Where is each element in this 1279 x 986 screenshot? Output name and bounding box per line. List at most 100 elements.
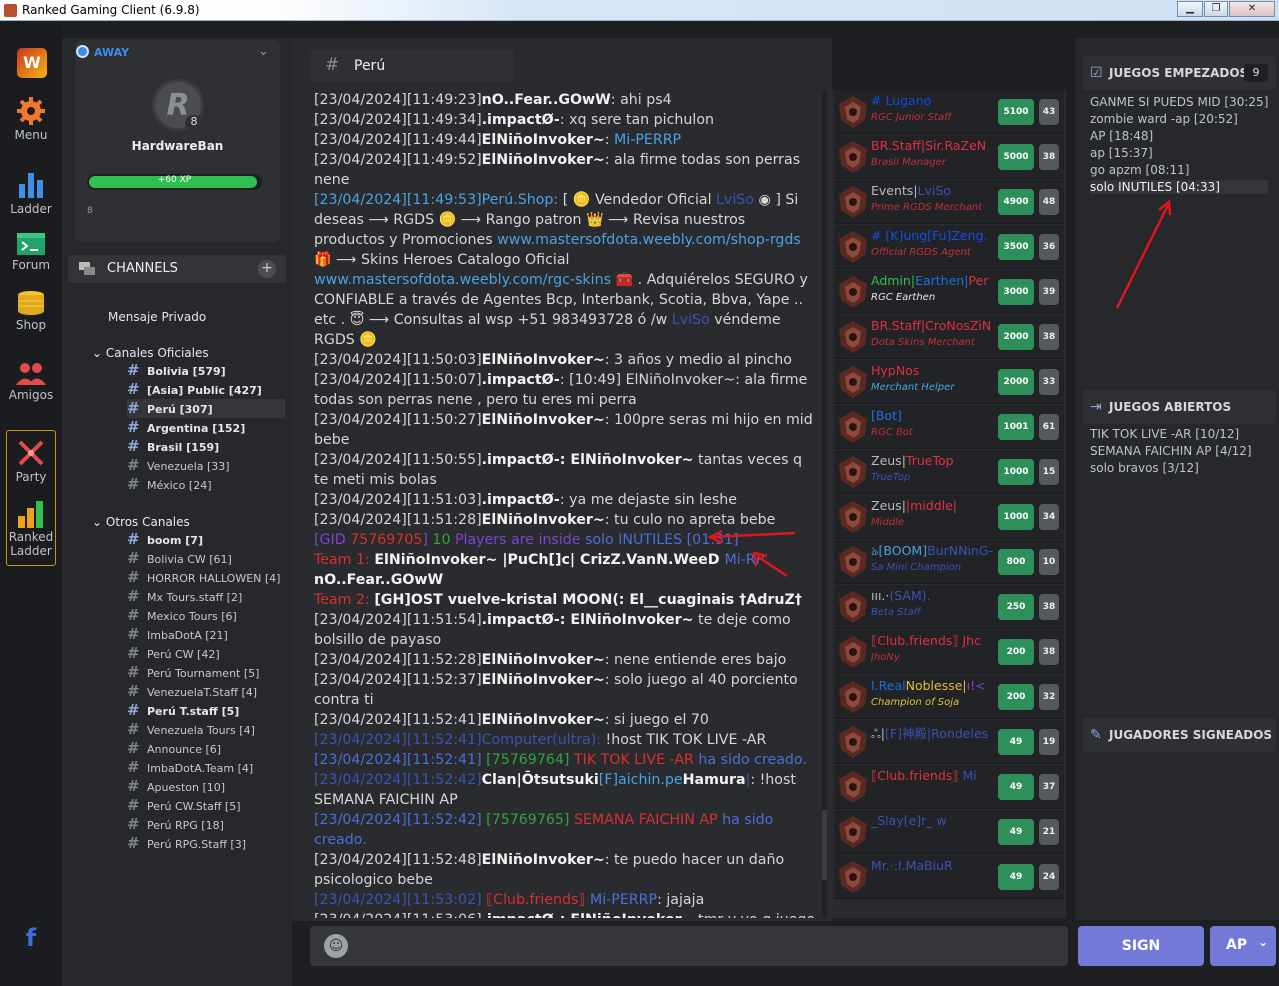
facebook-icon[interactable]: f [0, 924, 62, 952]
chat-log[interactable]: [23/04/2024][11:49:23]nO..Fear..GOwW: ah… [314, 90, 819, 918]
message-segment: .impactØ- [481, 372, 560, 388]
player-row[interactable]: ⟦Club.friends⟧ Mi 49 37 [834, 765, 1064, 809]
sign-button[interactable]: SIGN [1078, 926, 1204, 966]
nav-ranked-ladder[interactable]: Ranked Ladder [0, 500, 62, 558]
channel-item[interactable]: # Bolivia [579] [127, 361, 226, 380]
player-row[interactable]: Zeus|TrueTop TrueTop 1000 15 [834, 450, 1064, 494]
channel-item[interactable]: # Perú RPG [18] [127, 815, 224, 834]
player-row[interactable]: BR.Staff|CroNosZiN Dota Skins Merchant 200… [834, 315, 1064, 359]
chevron-down-icon[interactable]: ⌄ [258, 44, 269, 59]
game-item[interactable]: GANME SI PUEDS MID [30:25] [1090, 95, 1268, 109]
channel-item[interactable]: # VenezuelaT.Staff [4] [127, 682, 257, 701]
player-row[interactable]: ঌ[BOOM]BurNNinG- Sa Mini Champion 800 10 [834, 540, 1064, 584]
player-row[interactable]: ııı.·(SAM). Beta Staff 250 38 [834, 585, 1064, 629]
hash-icon: # [127, 361, 140, 379]
channel-item[interactable]: # Mx Tours.staff [2] [127, 587, 242, 606]
player-name: Events|LviSo [871, 183, 999, 198]
channel-item[interactable]: # México [24] [127, 475, 212, 494]
official-channels-group[interactable]: ⌄ Canales Oficiales [92, 346, 209, 360]
message-segment: Mi-RP [724, 552, 765, 568]
scroll-thumb[interactable] [822, 810, 827, 880]
player-row[interactable]: # Lugano RGC Junior Staff 5100 43 [834, 90, 1064, 134]
game-item[interactable]: solo INUTILES [04:33] [1090, 180, 1268, 194]
private-message-link[interactable]: Mensaje Privado [108, 310, 206, 324]
chat-scrollbar[interactable] [822, 90, 827, 918]
message-segment: [GH]OST vuelve-kristal MOON(: El__cuagin… [374, 592, 802, 608]
channel-item[interactable]: # Venezuela [33] [127, 456, 230, 475]
nav-forum[interactable]: Forum [0, 232, 62, 272]
player-row[interactable]: _Slay[e]r_ w 49 21 [834, 810, 1064, 854]
channel-item[interactable]: # HORROR HALLOWEN [4] [127, 568, 280, 587]
nav-amigos[interactable]: Amigos [0, 362, 62, 402]
app-icon [4, 4, 17, 17]
close-button[interactable]: ✕ [1229, 1, 1275, 17]
channel-item[interactable]: # Venezuela Tours [4] [127, 720, 255, 739]
nav-party[interactable]: Party [0, 438, 62, 484]
nav-menu[interactable]: Menu [0, 96, 62, 142]
group-label: Otros Canales [105, 515, 190, 529]
game-item[interactable]: solo bravos [3/12] [1090, 461, 1199, 475]
game-item[interactable]: go apzm [08:11] [1090, 163, 1190, 177]
player-row[interactable]: ஃ|[F]神殿|Rondeles 49 19 [834, 720, 1064, 764]
channel-item[interactable]: # Perú [307] [127, 399, 285, 418]
game-logo-icon[interactable]: W [17, 48, 47, 78]
player-row[interactable]: HypNos Merchant Helper 2000 33 [834, 360, 1064, 404]
player-list[interactable]: # Lugano RGC Junior Staff 5100 43 BR.Staff|S… [832, 90, 1066, 918]
message-segment: ] [422, 532, 433, 548]
channel-item[interactable]: # ImbaDotA [21] [127, 625, 228, 644]
game-item[interactable]: TIK TOK LIVE -AR [10/12] [1090, 427, 1239, 441]
channel-item[interactable]: # Announce [6] [127, 739, 221, 758]
channel-item[interactable]: # boom [7] [127, 530, 203, 549]
username: HardwareBan [131, 139, 224, 153]
player-level: 21 [1039, 819, 1059, 845]
game-item[interactable]: ap [15:37] [1090, 146, 1153, 160]
other-channels-group[interactable]: ⌄ Otros Canales [92, 515, 190, 529]
player-row[interactable]: ⟦Club.friends⟧ Jhc JhoNy 200 38 [834, 630, 1064, 674]
nav-shop[interactable]: Shop [0, 290, 62, 332]
game-item[interactable]: zombie ward -ap [20:52] [1090, 112, 1238, 126]
nav-ladder[interactable]: Ladder [0, 170, 62, 216]
channel-item[interactable]: # Perú Tournament [5] [127, 663, 259, 682]
player-row[interactable]: Events|LviSo Prime RGDS Merchant 4900 48 [834, 180, 1064, 224]
signed-players-header[interactable]: ✎ JUGADORES SIGNEADOS [1082, 718, 1276, 752]
player-points: 200 [998, 639, 1034, 665]
game-item[interactable]: AP [18:48] [1090, 129, 1153, 143]
channel-item[interactable]: # Perú RPG.Staff [3] [127, 834, 246, 853]
mode-select[interactable]: AP ⌄ [1210, 926, 1276, 966]
hash-icon: # [127, 758, 140, 776]
player-row[interactable]: I.RealNoblesse|ı!< Champion of Soja 200 32 [834, 675, 1064, 719]
status-label[interactable]: AWAY [94, 46, 129, 59]
channel-item[interactable]: # [Asia] Public [427] [127, 380, 262, 399]
player-name-part: |middle| [905, 498, 958, 513]
channel-item[interactable]: # Argentina [152] [127, 418, 245, 437]
game-item[interactable]: SEMANA FAICHIN AP [4/12] [1090, 444, 1252, 458]
player-row[interactable]: # [K]ung[Fu]Zeng. Official RGDS Agent 3500… [834, 225, 1064, 269]
chevron-down-icon: ⌄ [92, 346, 106, 360]
player-row[interactable]: Zeus||middle| Middle 1000 34 [834, 495, 1064, 539]
channel-item[interactable]: # Perú T.staff [5] [127, 701, 239, 720]
emoji-icon[interactable]: ☺ [324, 934, 348, 958]
channel-item[interactable]: # Bolivia CW [61] [127, 549, 232, 568]
channel-item[interactable]: # Brasil [159] [127, 437, 219, 456]
xp-bar: +60 XP [87, 174, 262, 190]
player-row[interactable]: BR.Staff|Sir.RaZeN Brasil Manager 5000 38 [834, 135, 1064, 179]
player-points: 5100 [998, 99, 1034, 125]
channel-item[interactable]: # Mexico Tours [6] [127, 606, 237, 625]
chat-input[interactable]: ☺ [310, 926, 1068, 966]
add-channel-button[interactable]: + [258, 260, 276, 278]
player-row[interactable]: Admin|Earthen|Per RGC Earthen 3000 39 [834, 270, 1064, 314]
rank-emblem-icon [839, 726, 867, 758]
player-name: ⟦Club.friends⟧ Mi [871, 768, 999, 783]
channel-item[interactable]: # Apueston [10] [127, 777, 225, 796]
channel-item[interactable]: # ImbaDotA.Team [4] [127, 758, 253, 777]
maximize-button[interactable]: ❐ [1204, 1, 1228, 17]
player-row[interactable]: Mr.·:I.MaBiuR 49 24 [834, 855, 1064, 899]
open-games-header[interactable]: ⇥ JUEGOS ABIERTOS [1082, 390, 1276, 424]
minimize-button[interactable]: ▁ [1177, 1, 1203, 17]
channel-item[interactable]: # Perú CW.Staff [5] [127, 796, 240, 815]
started-games-header[interactable]: ☑ JUEGOS EMPEZADOS 9 [1082, 56, 1276, 90]
message-segment: : si juego el 70 [604, 712, 709, 728]
player-level: 36 [1039, 234, 1059, 260]
player-row[interactable]: [Bot] RGC Bot 1001 61 [834, 405, 1064, 449]
channel-item[interactable]: # Perú CW [42] [127, 644, 220, 663]
